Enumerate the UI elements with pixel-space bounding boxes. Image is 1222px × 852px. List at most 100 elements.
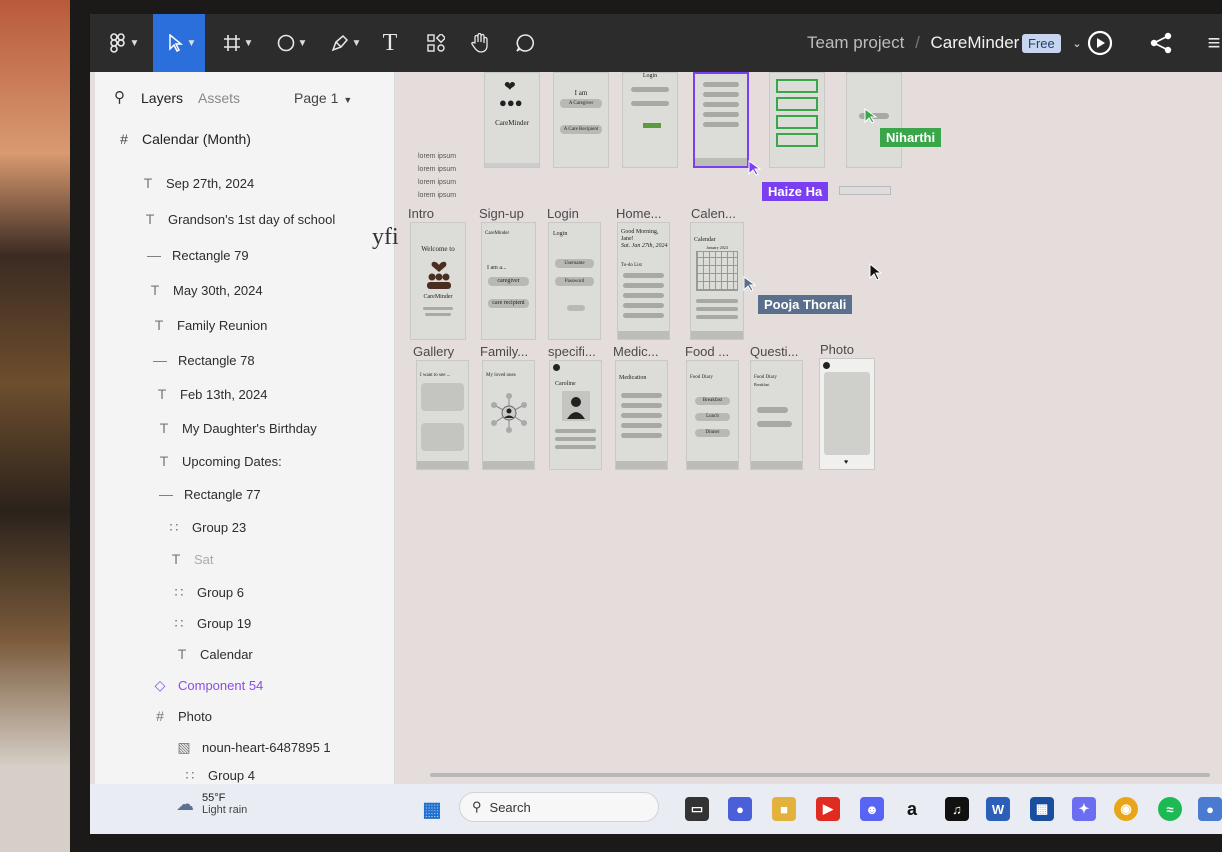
amazon-icon[interactable]: a	[900, 797, 924, 821]
frame-navbar	[417, 461, 468, 469]
frame-question[interactable]: Food Diary Breakfast	[750, 360, 803, 470]
frame-green-box	[776, 133, 818, 147]
background-desk	[0, 0, 70, 852]
hand-tool-icon[interactable]	[468, 28, 492, 58]
pen-tool-icon[interactable]: ▼	[326, 28, 366, 58]
share-icon[interactable]	[1148, 28, 1174, 58]
frame-item	[621, 423, 662, 428]
file-explorer-icon[interactable]: ■	[772, 797, 796, 821]
layer-item[interactable]: ∷ Group 4	[181, 767, 255, 784]
copilot-icon[interactable]: ✦	[1072, 797, 1096, 821]
shape-tool-icon[interactable]: ▼	[272, 28, 312, 58]
windows-taskbar: ☁ 55°F Light rain ▦ ⚲ Search ▭ ● ■ ▶ ☻ a…	[90, 784, 1222, 834]
frame-top-todo[interactable]	[693, 72, 749, 168]
layer-item[interactable]: T Upcoming Dates:	[155, 453, 282, 469]
resources-tool-icon[interactable]	[424, 28, 448, 58]
frame-label[interactable]: Sign-up	[479, 206, 524, 221]
layer-root-frame[interactable]: # Calendar (Month)	[115, 131, 251, 147]
tab-layers[interactable]: Layers	[141, 90, 183, 106]
layer-item[interactable]: ◇ Component 54	[151, 677, 264, 694]
task-view-icon[interactable]: ▭	[685, 797, 709, 821]
frame-login[interactable]: Login Username Password	[548, 222, 601, 340]
frame-label[interactable]: Intro	[408, 206, 434, 221]
frame-label[interactable]: Home...	[616, 206, 662, 221]
tab-assets[interactable]: Assets	[198, 90, 240, 106]
comment-tool-icon[interactable]	[513, 28, 537, 58]
store-icon[interactable]: ▦	[1030, 797, 1054, 821]
youtube-icon[interactable]: ▶	[816, 797, 840, 821]
layer-item[interactable]: T Feb 13th, 2024	[153, 386, 268, 402]
layer-item[interactable]: ∷ Group 23	[165, 519, 247, 536]
frame-label[interactable]: Calen...	[691, 206, 736, 221]
discord-icon[interactable]: ☻	[860, 797, 884, 821]
present-play-icon[interactable]	[1086, 28, 1114, 58]
frame-home[interactable]: Good Morning, Jane! Sat. Jan 27th, 2024 …	[617, 222, 670, 340]
text-layer-icon: T	[150, 282, 160, 298]
frame-caption	[425, 313, 451, 316]
file-name[interactable]: CareMinder	[931, 33, 1020, 52]
frame-field	[631, 101, 669, 106]
breadcrumb-team[interactable]: Team project	[807, 33, 904, 52]
spotify-icon[interactable]: ≈	[1158, 797, 1182, 821]
frame-label[interactable]: Gallery	[413, 344, 454, 359]
frame-family[interactable]: My loved ones	[482, 360, 535, 470]
frame-label[interactable]: specifi...	[548, 344, 596, 359]
frame-food[interactable]: Food Diary Breakfast Lunch Dinner	[686, 360, 739, 470]
frame-intro[interactable]: Welcome to CareMinder	[410, 222, 466, 340]
layer-item[interactable]: ∷ Group 6	[170, 584, 244, 601]
figma-window: ▼ ▼ ▼ ▼ ▼ T Team project / CareMinder Fr…	[90, 14, 1222, 834]
file-menu-chevron-icon[interactable]: ⌄	[1070, 28, 1084, 58]
layer-item[interactable]: T Sep 27th, 2024	[139, 175, 254, 191]
layer-item[interactable]: T Calendar	[173, 646, 253, 662]
frame-label[interactable]: Photo	[820, 342, 854, 357]
frame-top-login[interactable]: Login	[622, 72, 678, 168]
layer-item[interactable]: T May 30th, 2024	[146, 282, 263, 298]
weather-widget[interactable]: ☁ 55°F Light rain	[176, 792, 247, 816]
frame-top-iam[interactable]: I am A Caregiver A Care Recipient	[553, 72, 609, 168]
chrome-icon[interactable]: ◉	[1114, 797, 1138, 821]
frame-tool-icon[interactable]: ▼	[218, 28, 258, 58]
frame-label[interactable]: Medic...	[613, 344, 659, 359]
layer-item[interactable]: — Rectangle 79	[145, 247, 249, 263]
layer-item[interactable]: T My Daughter's Birthday	[155, 420, 317, 436]
design-canvas[interactable]: yfi lorem ipsum lorem ipsum lorem ipsum …	[372, 72, 1222, 784]
layer-item[interactable]: ▧ noun-heart-6487895 1	[175, 739, 330, 756]
frame-calendar[interactable]: Calendar January 2024	[690, 222, 744, 340]
word-icon[interactable]: W	[986, 797, 1010, 821]
frame-specific[interactable]: Caroline	[549, 360, 602, 470]
teams-icon[interactable]: ●	[728, 797, 752, 821]
layer-item[interactable]: # Photo	[151, 708, 212, 724]
search-layers-icon[interactable]: ⚲	[114, 88, 125, 106]
frame-text: Good Morning, Jane!	[621, 229, 659, 242]
page-selector[interactable]: Page 1 ▼	[294, 90, 352, 106]
frame-label[interactable]: Family...	[480, 344, 528, 359]
text-layer-icon: T	[143, 175, 153, 191]
move-tool-icon[interactable]: ▼	[162, 28, 202, 58]
figma-menu-icon[interactable]: ▼	[104, 28, 144, 58]
layer-item[interactable]: T Grandson's 1st day of school	[141, 211, 336, 227]
app-icon[interactable]: ●	[1198, 797, 1222, 821]
frame-top-welcome[interactable]: ❤ ●●● CareMinder	[484, 72, 540, 168]
layer-item[interactable]: — Rectangle 77	[157, 486, 261, 502]
text-tool-icon[interactable]: T	[378, 28, 402, 58]
more-menu-icon[interactable]: ≡	[1206, 28, 1222, 58]
frame-label[interactable]: Questi...	[750, 344, 798, 359]
frame-label[interactable]: Login	[547, 206, 579, 221]
frame-medication[interactable]: Medication	[615, 360, 668, 470]
canvas-horizontal-scrollbar[interactable]	[430, 773, 1210, 777]
tiktok-icon[interactable]: ♫	[945, 797, 969, 821]
layer-item[interactable]: T Family Reunion	[150, 317, 268, 333]
chevron-down-icon: ▼	[343, 95, 353, 105]
frame-label[interactable]: Food ...	[685, 344, 729, 359]
frame-gallery[interactable]: I want to see ...	[416, 360, 469, 470]
layer-item[interactable]: T Sat	[167, 551, 214, 567]
windows-start-icon[interactable]: ▦	[420, 797, 444, 821]
layer-item[interactable]: — Rectangle 78	[151, 352, 255, 368]
frame-signup[interactable]: CareMinder I am a... caregiver care reci…	[481, 222, 536, 340]
layer-item[interactable]: ∷ Group 19	[170, 615, 252, 632]
frame-photo[interactable]: ♥	[819, 358, 875, 470]
frame-item	[623, 303, 664, 308]
frame-top-green[interactable]	[769, 72, 825, 168]
taskbar-search[interactable]: ⚲ Search	[459, 792, 659, 822]
lorem-list: lorem ipsum lorem ipsum lorem ipsum lore…	[418, 150, 456, 202]
